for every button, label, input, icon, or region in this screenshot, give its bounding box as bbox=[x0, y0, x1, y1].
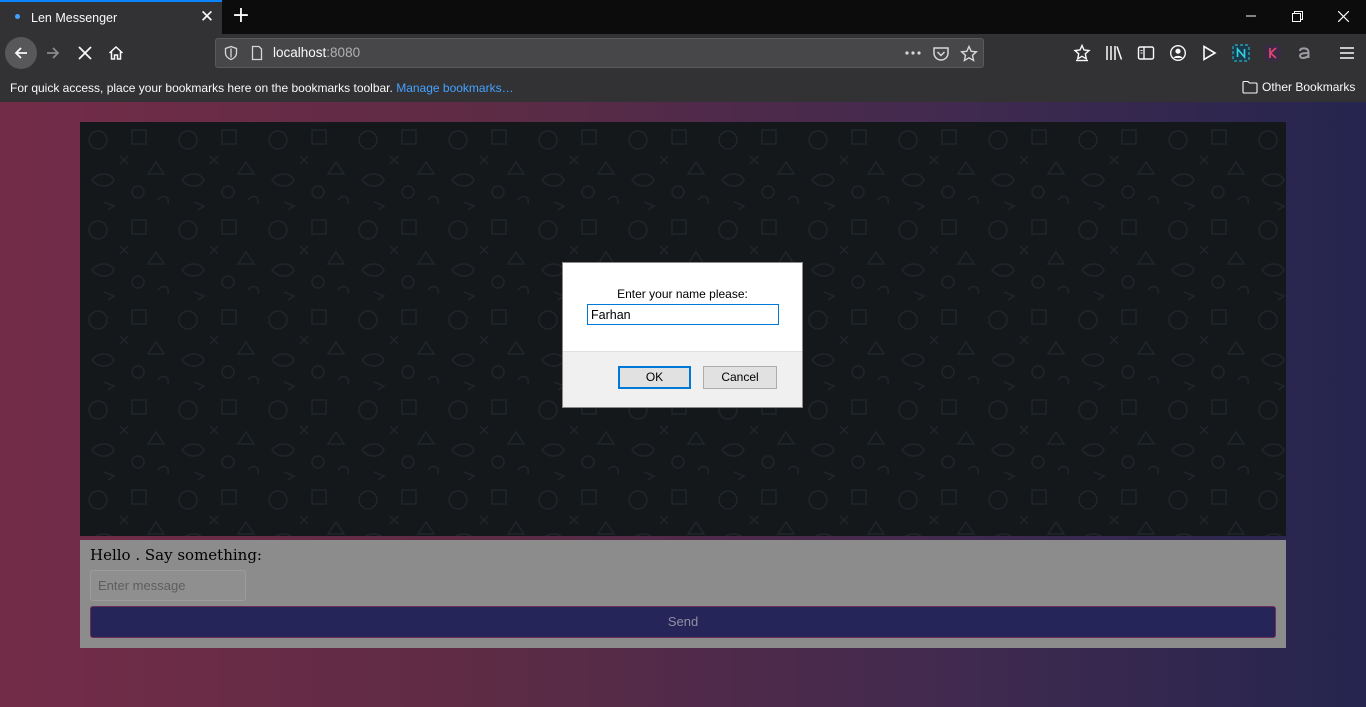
play-icon[interactable] bbox=[1199, 43, 1219, 63]
other-bookmarks-button[interactable]: Other Bookmarks bbox=[1242, 79, 1355, 95]
restore-button[interactable] bbox=[1274, 0, 1320, 32]
url-host: localhost bbox=[273, 45, 327, 60]
tab-close-icon[interactable]: ✕ bbox=[198, 7, 216, 27]
dialog-footer: OK Cancel bbox=[563, 351, 802, 407]
stop-loading-button[interactable] bbox=[70, 38, 100, 68]
dialog-message: Enter your name please: bbox=[617, 287, 748, 301]
pocket-icon[interactable] bbox=[932, 45, 950, 63]
message-input[interactable] bbox=[90, 570, 246, 601]
bookmarks-hint: For quick access, place your bookmarks h… bbox=[10, 81, 514, 95]
home-icon bbox=[108, 45, 124, 60]
restore-icon bbox=[1291, 10, 1303, 22]
bookmarks-toolbar: For quick access, place your bookmarks h… bbox=[0, 72, 1366, 102]
tab-strip: Len Messenger ✕ + bbox=[0, 0, 1366, 34]
folder-icon bbox=[1242, 80, 1258, 94]
library-stars-icon[interactable] bbox=[1072, 43, 1092, 63]
tab-title: Len Messenger bbox=[31, 11, 118, 25]
arrow-left-icon bbox=[14, 47, 27, 59]
library-icon[interactable] bbox=[1104, 43, 1124, 63]
extension-n-icon[interactable] bbox=[1231, 43, 1251, 63]
minimize-button[interactable] bbox=[1228, 0, 1274, 32]
bookmarks-hint-text: For quick access, place your bookmarks h… bbox=[10, 81, 393, 95]
url-port: :8080 bbox=[326, 45, 361, 60]
arrow-right-icon bbox=[47, 47, 60, 59]
url-text[interactable]: localhost:8080 bbox=[273, 45, 360, 60]
stop-icon bbox=[78, 46, 92, 60]
bookmark-star-icon[interactable] bbox=[960, 45, 978, 63]
name-prompt-dialog: Enter your name please: OK Cancel bbox=[562, 262, 803, 408]
navigation-toolbar: localhost:8080 bbox=[0, 34, 1366, 72]
other-bookmarks-label: Other Bookmarks bbox=[1262, 80, 1356, 94]
ok-button[interactable]: OK bbox=[618, 366, 691, 389]
greeting-text: Hello . Say something: bbox=[90, 546, 262, 564]
menu-icon[interactable] bbox=[1337, 43, 1357, 63]
manage-bookmarks-link[interactable]: Manage bookmarks… bbox=[396, 81, 513, 95]
new-tab-button[interactable]: + bbox=[230, 4, 252, 28]
shield-icon[interactable] bbox=[223, 45, 239, 61]
account-icon[interactable] bbox=[1168, 43, 1188, 63]
home-button[interactable] bbox=[101, 38, 131, 68]
name-input[interactable] bbox=[587, 304, 779, 325]
message-composer: Hello . Say something: Send bbox=[80, 540, 1286, 648]
url-bar[interactable]: localhost:8080 bbox=[215, 38, 984, 68]
back-button[interactable] bbox=[5, 37, 37, 69]
page-actions-icon[interactable] bbox=[904, 43, 922, 63]
tab-len-messenger[interactable]: Len Messenger ✕ bbox=[0, 0, 222, 34]
sidebar-icon[interactable] bbox=[1136, 43, 1156, 63]
tab-favicon-icon bbox=[15, 14, 20, 19]
forward-button[interactable] bbox=[38, 38, 68, 68]
cancel-button[interactable]: Cancel bbox=[703, 366, 777, 389]
page-info-icon[interactable] bbox=[249, 45, 265, 61]
close-icon bbox=[1337, 10, 1349, 22]
extension-k-icon[interactable] bbox=[1263, 43, 1283, 63]
close-window-button[interactable] bbox=[1320, 0, 1366, 32]
send-button[interactable]: Send bbox=[90, 606, 1276, 638]
extension-a-icon[interactable] bbox=[1295, 43, 1315, 63]
minimize-icon bbox=[1246, 15, 1256, 17]
